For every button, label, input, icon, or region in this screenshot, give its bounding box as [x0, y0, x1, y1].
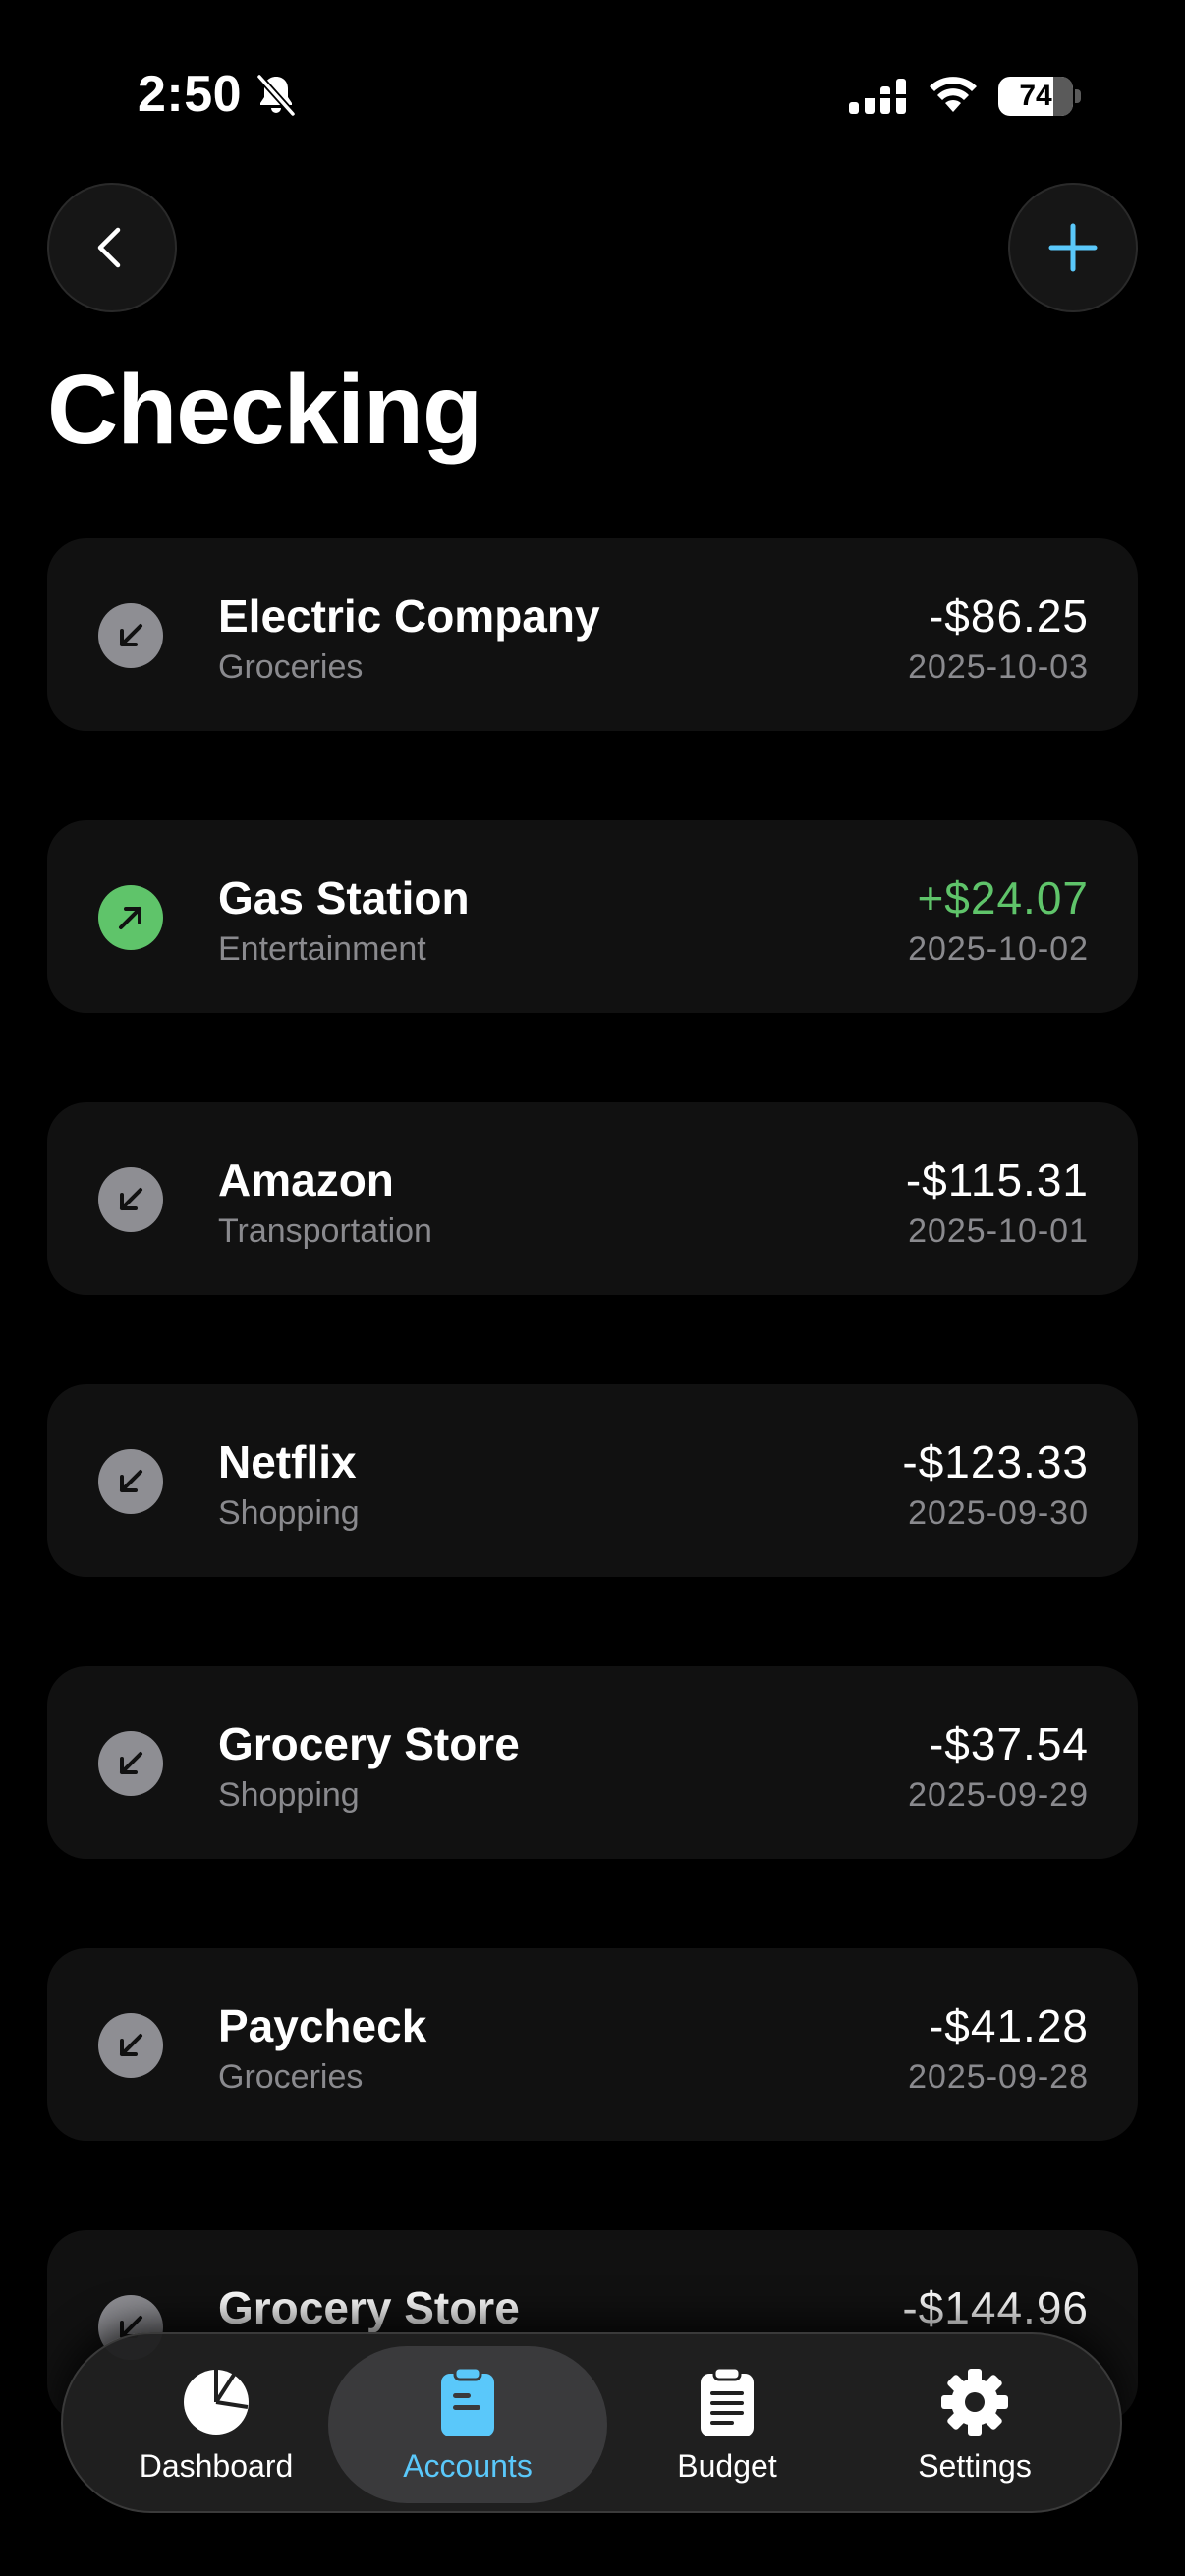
arrow-down-left-icon: [120, 624, 142, 646]
chevron-left-icon: [97, 227, 121, 268]
transaction-amount: -$144.96: [902, 2282, 1089, 2333]
pie-chart-icon: [184, 2369, 249, 2435]
transaction-amount: -$37.54: [928, 1718, 1089, 1769]
arrow-down-left-icon: [120, 1752, 142, 1774]
transaction-amount: -$123.33: [902, 1436, 1089, 1487]
arrow-down-left-icon: [120, 2034, 142, 2056]
transaction-category: Groceries: [218, 2058, 364, 2096]
transaction-direction-badge: [98, 885, 163, 950]
transaction-row[interactable]: Amazon Transportation -$115.31 2025-10-0…: [47, 1102, 1138, 1295]
transaction-row[interactable]: Gas Station Entertainment +$24.07 2025-1…: [47, 820, 1138, 1013]
tab-settings[interactable]: Settings: [857, 2346, 1093, 2503]
list-clipboard-icon: [701, 2366, 754, 2436]
transaction-category: Transportation: [218, 1212, 432, 1250]
add-transaction-button[interactable]: [1008, 183, 1138, 312]
bell-slash-icon: [256, 74, 296, 117]
transaction-name: Grocery Store: [218, 2282, 520, 2333]
transaction-row[interactable]: Grocery Store Shopping -$37.54 2025-09-2…: [47, 1666, 1138, 1859]
transaction-amount: -$115.31: [905, 1154, 1089, 1205]
status-time: 2:50: [138, 66, 243, 123]
tab-label: Budget: [677, 2447, 777, 2484]
transaction-category: Shopping: [218, 1494, 360, 1532]
transaction-amount: -$41.28: [928, 2000, 1089, 2051]
transaction-name: Paycheck: [218, 2000, 427, 2051]
transaction-category: Entertainment: [218, 930, 426, 968]
arrow-down-left-icon: [120, 1470, 142, 1492]
transaction-name: Gas Station: [218, 872, 470, 924]
transaction-date: 2025-10-02: [908, 930, 1089, 968]
screen: 2:50 74 Checking Electric Company Grocer…: [0, 0, 1185, 2576]
tab-bar: Dashboard Accounts Budget Settings: [61, 2332, 1122, 2513]
transaction-date: 2025-10-01: [908, 1212, 1089, 1250]
tab-dashboard[interactable]: Dashboard: [98, 2346, 334, 2503]
tab-accounts[interactable]: Accounts: [328, 2346, 607, 2503]
transaction-direction-badge: [98, 603, 163, 668]
battery-indicator: 74: [998, 77, 1081, 116]
arrow-up-right-icon: [119, 907, 141, 929]
transaction-direction-badge: [98, 1167, 163, 1232]
arrow-down-left-icon: [120, 1188, 142, 1210]
transaction-row[interactable]: Paycheck Groceries -$41.28 2025-09-28: [47, 1948, 1138, 2141]
tab-label: Accounts: [403, 2447, 533, 2484]
transaction-row[interactable]: Electric Company Groceries -$86.25 2025-…: [47, 538, 1138, 731]
page-title: Checking: [47, 355, 482, 465]
transaction-date: 2025-10-03: [908, 648, 1089, 686]
transaction-amount: -$86.25: [928, 590, 1089, 642]
transaction-name: Amazon: [218, 1154, 394, 1205]
battery-percentage: 74: [1019, 80, 1052, 112]
transaction-direction-badge: [98, 1731, 163, 1796]
tab-label: Dashboard: [139, 2447, 294, 2484]
transaction-category: Shopping: [218, 1776, 360, 1814]
battery-cap: [1075, 89, 1081, 103]
transaction-row[interactable]: Netflix Shopping -$123.33 2025-09-30: [47, 1384, 1138, 1577]
clipboard-icon: [441, 2366, 494, 2436]
transaction-date: 2025-09-29: [908, 1776, 1089, 1814]
transaction-date: 2025-09-28: [908, 2058, 1089, 2096]
gear-icon: [941, 2368, 1008, 2436]
transaction-direction-badge: [98, 2013, 163, 2078]
transaction-list: Electric Company Groceries -$86.25 2025-…: [47, 538, 1138, 2512]
status-bar: 2:50 74: [0, 0, 1185, 187]
transaction-date: 2025-09-30: [908, 1494, 1089, 1532]
back-button[interactable]: [47, 183, 177, 312]
tab-budget[interactable]: Budget: [609, 2346, 845, 2503]
wifi-icon: [930, 77, 977, 112]
transaction-direction-badge: [98, 1449, 163, 1514]
tab-label: Settings: [918, 2447, 1032, 2484]
transaction-category: Groceries: [218, 648, 364, 686]
transaction-name: Grocery Store: [218, 1718, 520, 1769]
transaction-name: Electric Company: [218, 590, 600, 642]
cellular-signal-icon: [849, 79, 906, 114]
plus-icon: [1048, 223, 1098, 272]
transaction-name: Netflix: [218, 1436, 357, 1487]
transaction-amount: +$24.07: [917, 872, 1089, 924]
battery-body: 74: [998, 77, 1073, 116]
